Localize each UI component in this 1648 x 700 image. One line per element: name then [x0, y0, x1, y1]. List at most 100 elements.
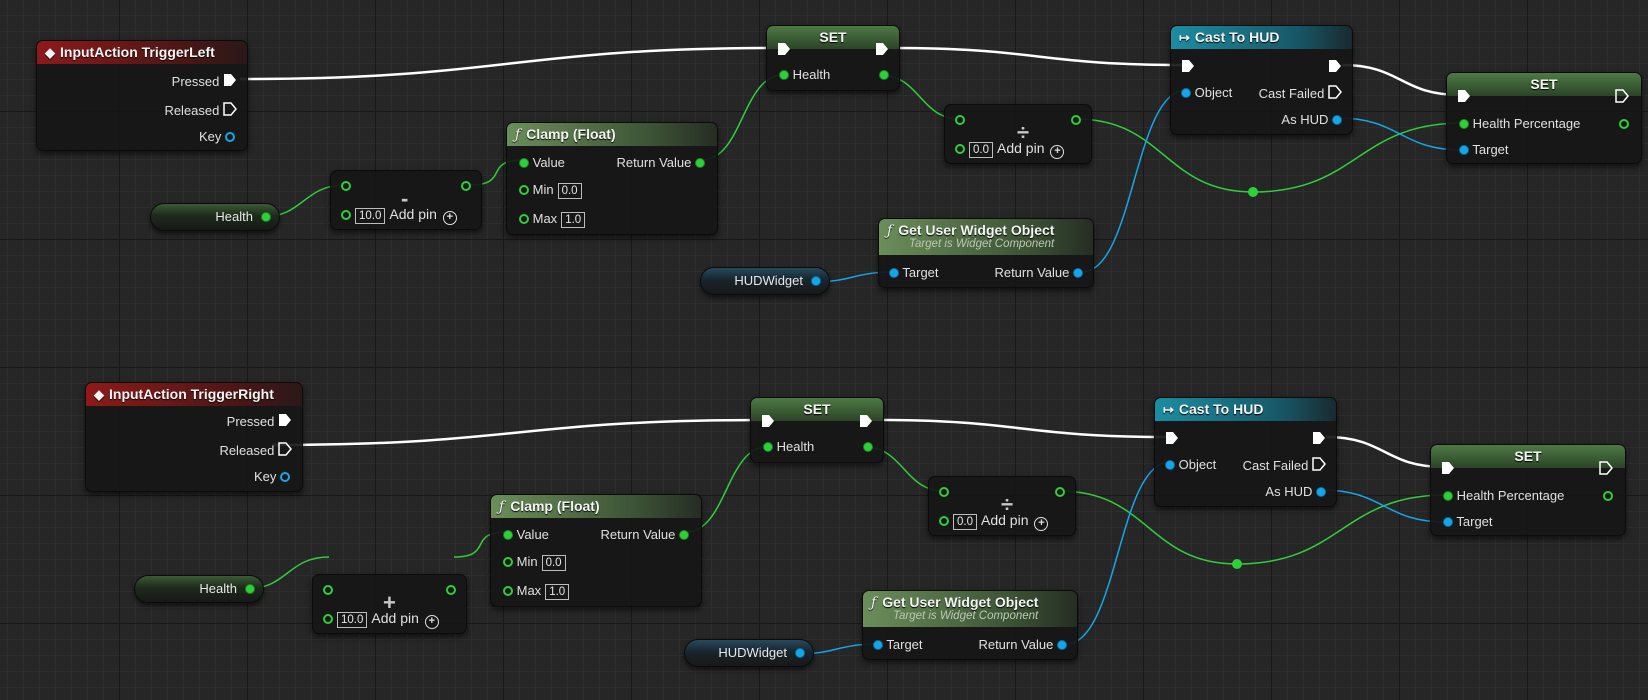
output-pin[interactable] [446, 585, 456, 595]
hudwidget-variable-node[interactable]: HUDWidget [684, 639, 814, 667]
struct-pin-icon[interactable] [280, 472, 290, 482]
health-pin[interactable]: Health [763, 439, 814, 455]
exec-in-pin-icon[interactable] [1457, 89, 1471, 103]
released-pin[interactable]: Released [219, 442, 292, 459]
subtract-node[interactable]: - 10.0 Add pin + [330, 170, 482, 230]
add-pin-button[interactable]: Add pin [981, 512, 1028, 528]
exec-in-pin-icon[interactable] [1165, 431, 1179, 445]
cast-failed-pin[interactable]: Cast Failed [1243, 457, 1326, 474]
exec-out-pin-icon[interactable] [1312, 431, 1326, 445]
float-pin-icon[interactable] [245, 584, 255, 594]
cast-to-hud-node[interactable]: ↦ Cast To HUD Object Cast Failed As HUD [1170, 25, 1353, 135]
float-pin-icon[interactable] [679, 530, 689, 540]
input-a-pin[interactable] [939, 487, 949, 497]
float-pin-icon[interactable] [695, 158, 705, 168]
struct-pin-icon[interactable] [225, 132, 235, 142]
exec-out-pin-icon[interactable] [1599, 461, 1613, 475]
input-b-pin[interactable] [341, 210, 351, 220]
add-pin-button[interactable]: Add pin [371, 610, 418, 626]
cast-to-hud-node[interactable]: ↦ Cast To HUD Object Cast Failed As HUD [1154, 397, 1337, 507]
health-percentage-out-pin[interactable] [1603, 491, 1613, 501]
exec-in-pin-icon[interactable] [761, 414, 775, 428]
float-pin-icon[interactable] [503, 586, 513, 596]
target-pin[interactable]: Target [1443, 514, 1493, 530]
float-pin-icon[interactable] [779, 70, 789, 80]
clamp-float-node[interactable]: ƒ Clamp (Float) Value Return Value Min 0.0… [490, 494, 702, 607]
input-b-pin[interactable] [939, 516, 949, 526]
input-b-pin[interactable] [955, 144, 965, 154]
pressed-pin[interactable]: Pressed [227, 413, 292, 430]
exec-in-pin-icon[interactable] [777, 42, 791, 56]
object-pin-icon[interactable] [1181, 88, 1191, 98]
max-pin[interactable]: Max 1.0 [503, 583, 573, 600]
cast-failed-pin[interactable]: Cast Failed [1259, 85, 1342, 102]
output-pin[interactable] [1055, 487, 1065, 497]
divide-node[interactable]: ÷ 0.0 Add pin + [928, 476, 1076, 536]
set-health-percentage-node[interactable]: SET Health Percentage Target [1430, 444, 1626, 536]
object-pin[interactable]: Object [1181, 85, 1232, 101]
add-pin-icon[interactable]: + [442, 211, 457, 225]
target-pin[interactable]: Target [889, 265, 939, 281]
object-pin-icon[interactable] [1459, 145, 1469, 155]
max-value-input[interactable]: 1.0 [561, 212, 586, 228]
output-pin[interactable] [1071, 115, 1081, 125]
float-pin-icon[interactable] [503, 557, 513, 567]
object-pin-icon[interactable] [1073, 268, 1083, 278]
health-pin[interactable]: Health [779, 67, 830, 83]
literal-input[interactable]: 10.0 [355, 208, 386, 224]
object-pin-icon[interactable] [795, 648, 805, 658]
input-a-pin[interactable] [323, 585, 333, 595]
get-user-widget-object-node[interactable]: ƒ Get User Widget Object Target is Widget … [878, 218, 1094, 288]
divide-node[interactable]: ÷ 0.0 Add pin + [944, 104, 1092, 164]
health-percentage-pin[interactable]: Health Percentage [1443, 488, 1564, 504]
literal-input[interactable]: 0.0 [969, 142, 993, 158]
literal-input[interactable]: 10.0 [337, 612, 368, 628]
reroute-knot[interactable] [1248, 187, 1258, 197]
add-pin-icon[interactable]: + [1050, 145, 1065, 159]
float-pin-icon[interactable] [519, 158, 529, 168]
exec-pin-icon[interactable] [278, 442, 292, 456]
object-pin-icon[interactable] [1332, 115, 1342, 125]
health-percentage-pin[interactable]: Health Percentage [1459, 116, 1580, 132]
float-pin-icon[interactable] [763, 442, 773, 452]
object-pin-icon[interactable] [889, 268, 899, 278]
input-action-node[interactable]: ◆ InputAction TriggerRight Pressed Releas… [85, 382, 303, 492]
target-pin[interactable]: Target [873, 637, 923, 653]
target-pin[interactable]: Target [1459, 142, 1509, 158]
min-value-input[interactable]: 0.0 [557, 183, 582, 199]
input-a-pin[interactable] [341, 181, 351, 191]
return-value-pin[interactable]: Return Value [600, 527, 689, 543]
hudwidget-variable-node[interactable]: HUDWidget [700, 267, 830, 295]
add-pin-button[interactable]: Add pin [997, 140, 1044, 156]
return-value-pin[interactable]: Return Value [616, 155, 705, 171]
float-pin-icon[interactable] [1459, 119, 1469, 129]
float-pin-icon[interactable] [503, 530, 513, 540]
released-pin[interactable]: Released [164, 102, 237, 119]
exec-pin-icon[interactable] [1328, 85, 1342, 99]
object-pin-icon[interactable] [811, 276, 821, 286]
object-pin-icon[interactable] [873, 640, 883, 650]
min-pin[interactable]: Min 0.0 [503, 554, 570, 571]
add-pin-icon[interactable]: + [424, 615, 439, 629]
set-health-node[interactable]: SET Health [766, 25, 900, 91]
return-value-pin[interactable]: Return Value [978, 637, 1067, 653]
object-pin-icon[interactable] [1443, 517, 1453, 527]
exec-out-pin-icon[interactable] [1615, 89, 1629, 103]
health-out-pin[interactable] [863, 442, 873, 452]
max-pin[interactable]: Max 1.0 [519, 211, 589, 228]
get-user-widget-object-node[interactable]: ƒ Get User Widget Object Target is Widget … [862, 590, 1078, 660]
output-pin[interactable] [461, 181, 471, 191]
key-pin[interactable]: Key [199, 129, 235, 145]
exec-pin-icon[interactable] [223, 73, 237, 87]
add-pin-icon[interactable]: + [1034, 517, 1049, 531]
exec-out-pin-icon[interactable] [875, 42, 889, 56]
object-pin-icon[interactable] [1165, 460, 1175, 470]
object-pin-icon[interactable] [1057, 640, 1067, 650]
max-value-input[interactable]: 1.0 [545, 584, 570, 600]
value-pin[interactable]: Value [519, 155, 565, 171]
value-pin[interactable]: Value [503, 527, 549, 543]
health-variable-node[interactable]: Health [150, 203, 280, 231]
exec-pin-icon[interactable] [223, 102, 237, 116]
add-node[interactable]: + 10.0 Add pin + [312, 574, 467, 634]
health-percentage-out-pin[interactable] [1619, 119, 1629, 129]
